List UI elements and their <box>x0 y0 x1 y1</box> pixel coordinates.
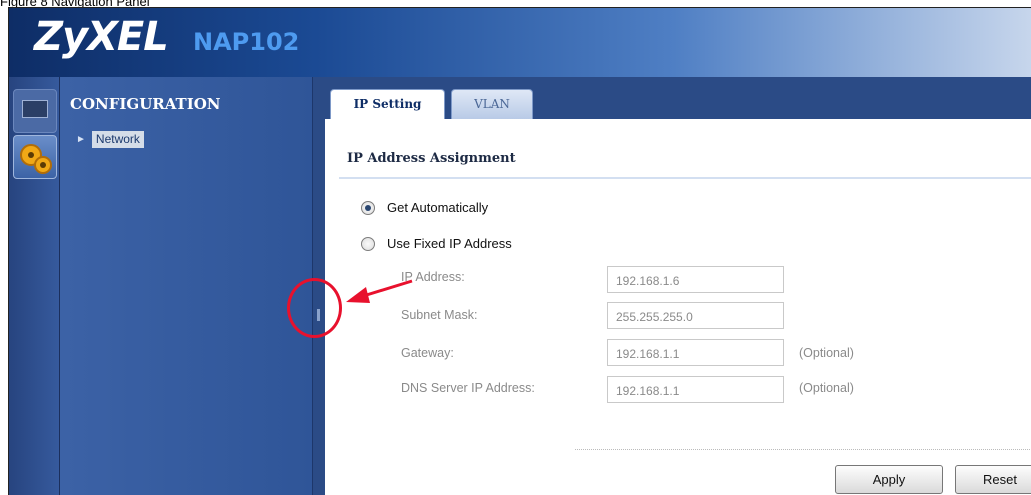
radio-label: Get Automatically <box>387 200 489 215</box>
radio-label: Use Fixed IP Address <box>387 236 512 251</box>
reset-button[interactable]: Reset <box>955 465 1031 494</box>
dns-optional-note: (Optional) <box>799 381 854 395</box>
callout-arrow-icon <box>346 279 413 303</box>
radio-unchecked-icon[interactable] <box>361 236 375 251</box>
gateway-label: Gateway: <box>401 346 454 360</box>
header-bar: ZyXEL NAP102 <box>9 8 1031 77</box>
model-name: NAP102 <box>193 28 300 56</box>
navigation-panel: CONFIGURATION ► Network <box>60 77 313 495</box>
radio-get-automatically[interactable]: Get Automatically <box>361 200 488 215</box>
subnet-mask-label: Subnet Mask: <box>401 308 478 322</box>
radio-checked-icon[interactable] <box>361 200 375 215</box>
brand-logo: ZyXEL <box>34 14 169 60</box>
gear-small <box>34 156 52 174</box>
app-frame: ZyXEL NAP102 CONFIGURATION ► Network IP … <box>8 7 1031 495</box>
ip-address-field[interactable]: 192.168.1.6 <box>607 266 784 293</box>
tab-ip-setting[interactable]: IP Setting <box>330 89 445 120</box>
menu-item-label: Network <box>91 131 144 148</box>
menu-title: CONFIGURATION <box>70 95 221 113</box>
monitor-screen <box>22 100 48 118</box>
callout-circle <box>287 278 342 338</box>
monitor-icon[interactable] <box>13 89 57 133</box>
tab-strip: IP Setting VLAN <box>325 77 1031 120</box>
button-divider <box>575 449 1031 450</box>
tab-vlan[interactable]: VLAN <box>451 89 533 120</box>
gears-icon[interactable] <box>13 135 57 179</box>
main-content: IP Address Assignment Get Automatically … <box>325 119 1031 495</box>
dns-server-field[interactable]: 192.168.1.1 <box>607 376 784 403</box>
gateway-field[interactable]: 192.168.1.1 <box>607 339 784 366</box>
bullet-icon: ► <box>76 134 86 145</box>
menu-item-network[interactable]: ► Network <box>76 131 144 148</box>
section-divider <box>339 177 1031 179</box>
subnet-mask-field[interactable]: 255.255.255.0 <box>607 302 784 329</box>
icon-bar <box>9 77 60 495</box>
apply-button[interactable]: Apply <box>835 465 943 494</box>
section-title: IP Address Assignment <box>347 151 516 166</box>
dns-server-label: DNS Server IP Address: <box>401 381 535 395</box>
radio-use-fixed-ip[interactable]: Use Fixed IP Address <box>361 236 512 251</box>
gateway-optional-note: (Optional) <box>799 346 854 360</box>
